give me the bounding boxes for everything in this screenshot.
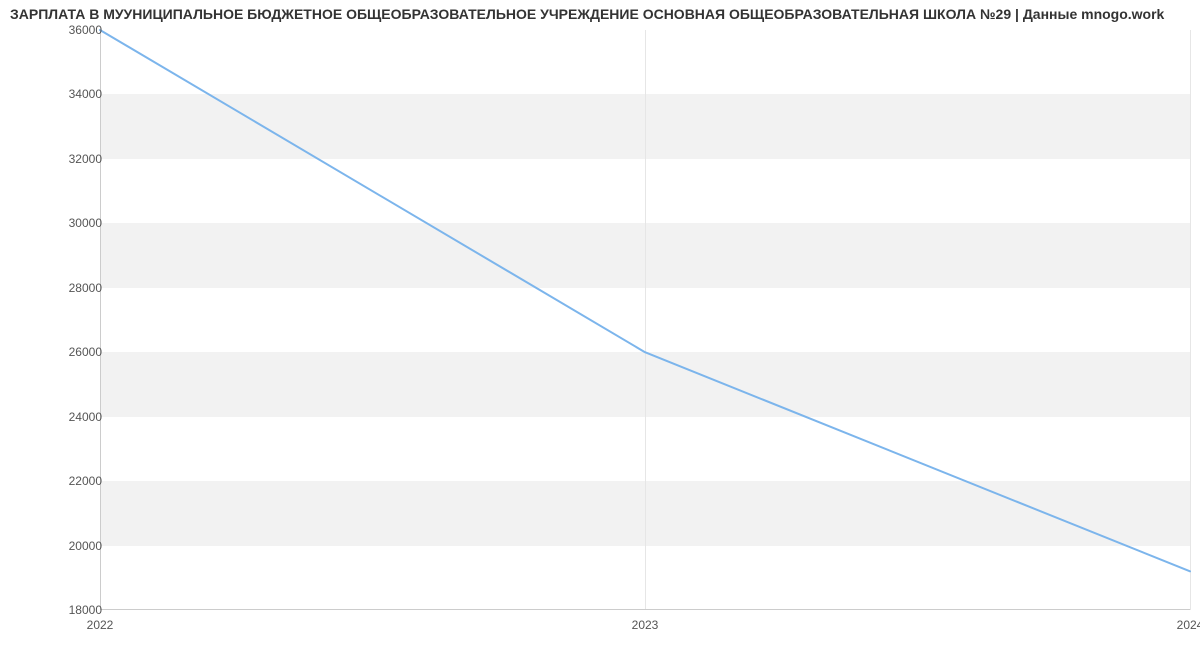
series-line	[100, 30, 1190, 571]
y-tick-label: 36000	[12, 23, 102, 37]
y-tick-label: 32000	[12, 152, 102, 166]
x-tick-label: 2024	[1177, 618, 1200, 632]
plot-area	[100, 30, 1190, 610]
y-tick-label: 18000	[12, 603, 102, 617]
x-grid-line	[1190, 30, 1191, 610]
y-tick-label: 22000	[12, 474, 102, 488]
x-tick-label: 2022	[87, 618, 114, 632]
chart-title: ЗАРПЛАТА В МУУНИЦИПАЛЬНОЕ БЮДЖЕТНОЕ ОБЩЕ…	[0, 6, 1200, 22]
line-layer	[100, 30, 1190, 610]
y-tick-label: 20000	[12, 539, 102, 553]
x-tick-label: 2023	[632, 618, 659, 632]
y-tick-label: 24000	[12, 410, 102, 424]
y-tick-label: 28000	[12, 281, 102, 295]
y-tick-label: 34000	[12, 87, 102, 101]
chart-container: ЗАРПЛАТА В МУУНИЦИПАЛЬНОЕ БЮДЖЕТНОЕ ОБЩЕ…	[0, 0, 1200, 650]
y-tick-label: 26000	[12, 345, 102, 359]
y-tick-label: 30000	[12, 216, 102, 230]
